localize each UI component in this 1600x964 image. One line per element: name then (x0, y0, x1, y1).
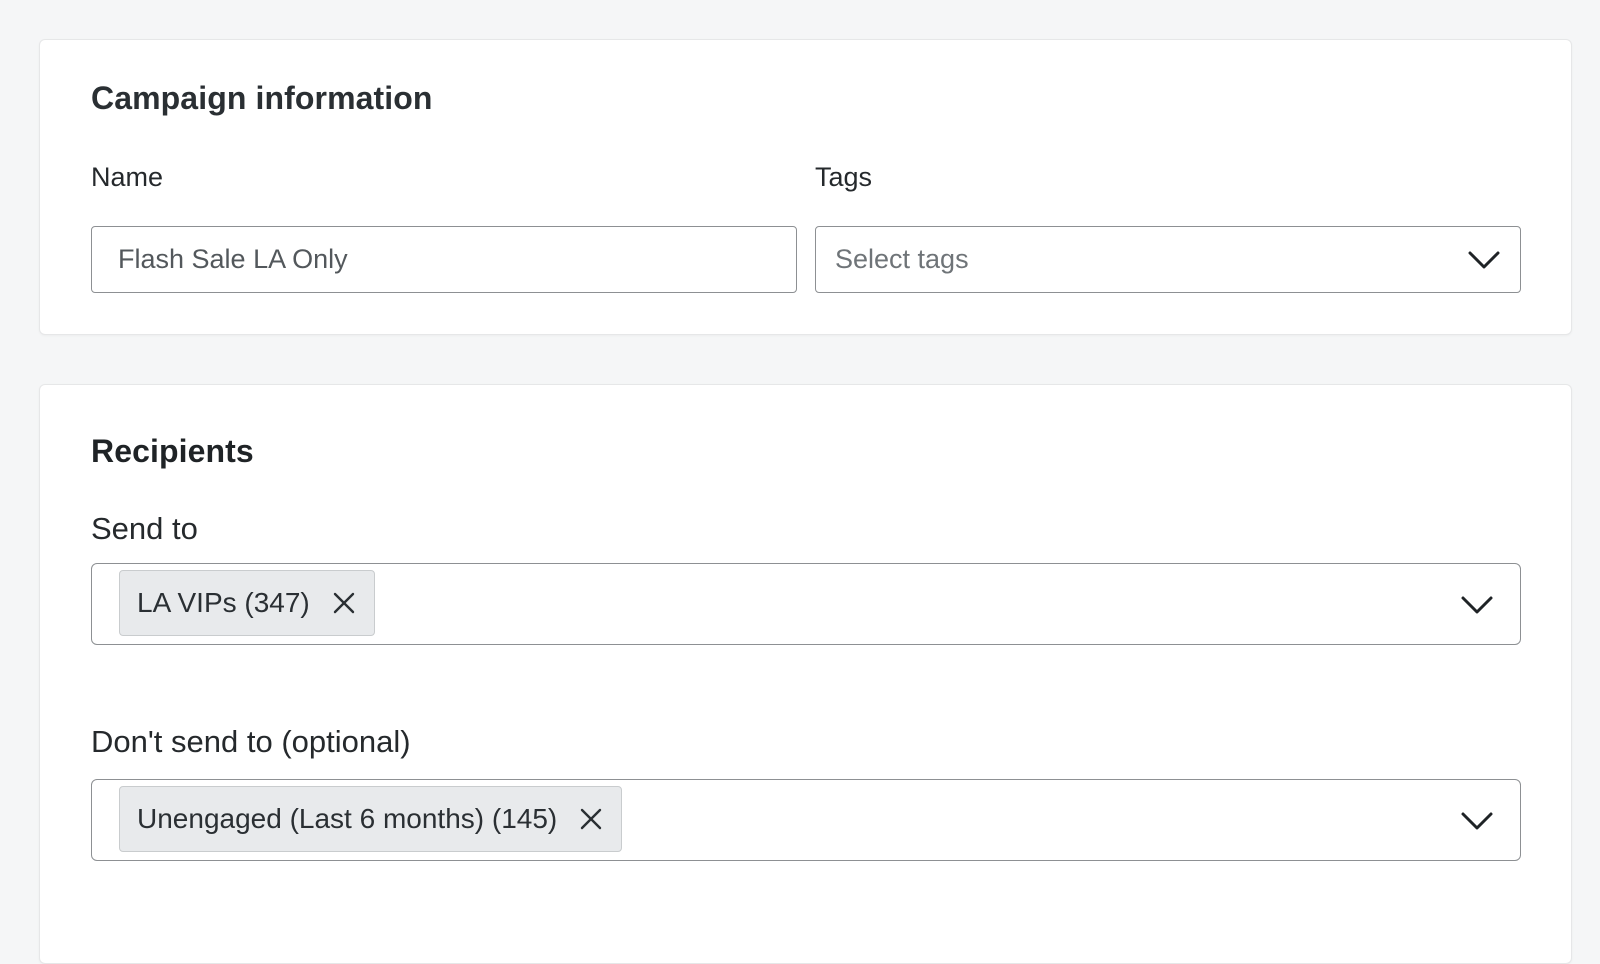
chip-label: Unengaged (Last 6 months) (145) (137, 803, 558, 834)
dont-send-to-label: Don't send to (optional) (91, 724, 411, 759)
dont-send-to-select[interactable]: Unengaged (Last 6 months) (145) (91, 779, 1521, 861)
recipients-card: Recipients Send to LA VIPs (347) Don't s… (39, 384, 1572, 964)
chevron-down-icon (1461, 596, 1493, 614)
close-icon[interactable] (579, 807, 603, 831)
recipients-title: Recipients (91, 433, 254, 469)
tags-label: Tags (815, 162, 873, 192)
send-to-label: Send to (91, 511, 198, 546)
campaign-information-title: Campaign information (91, 80, 433, 116)
chevron-down-icon (1468, 251, 1500, 269)
tags-select[interactable]: Select tags (815, 226, 1521, 293)
close-icon[interactable] (332, 591, 356, 615)
campaign-name-input[interactable] (91, 226, 797, 293)
name-label: Name (91, 162, 164, 192)
tags-placeholder: Select tags (835, 244, 969, 274)
campaign-information-card: Campaign information Name Tags Select ta… (39, 39, 1572, 335)
chevron-down-icon (1461, 812, 1493, 830)
dont-send-to-chip: Unengaged (Last 6 months) (145) (119, 786, 623, 852)
send-to-select[interactable]: LA VIPs (347) (91, 563, 1521, 645)
send-to-chip: LA VIPs (347) (119, 570, 375, 636)
chip-label: LA VIPs (347) (137, 587, 310, 618)
